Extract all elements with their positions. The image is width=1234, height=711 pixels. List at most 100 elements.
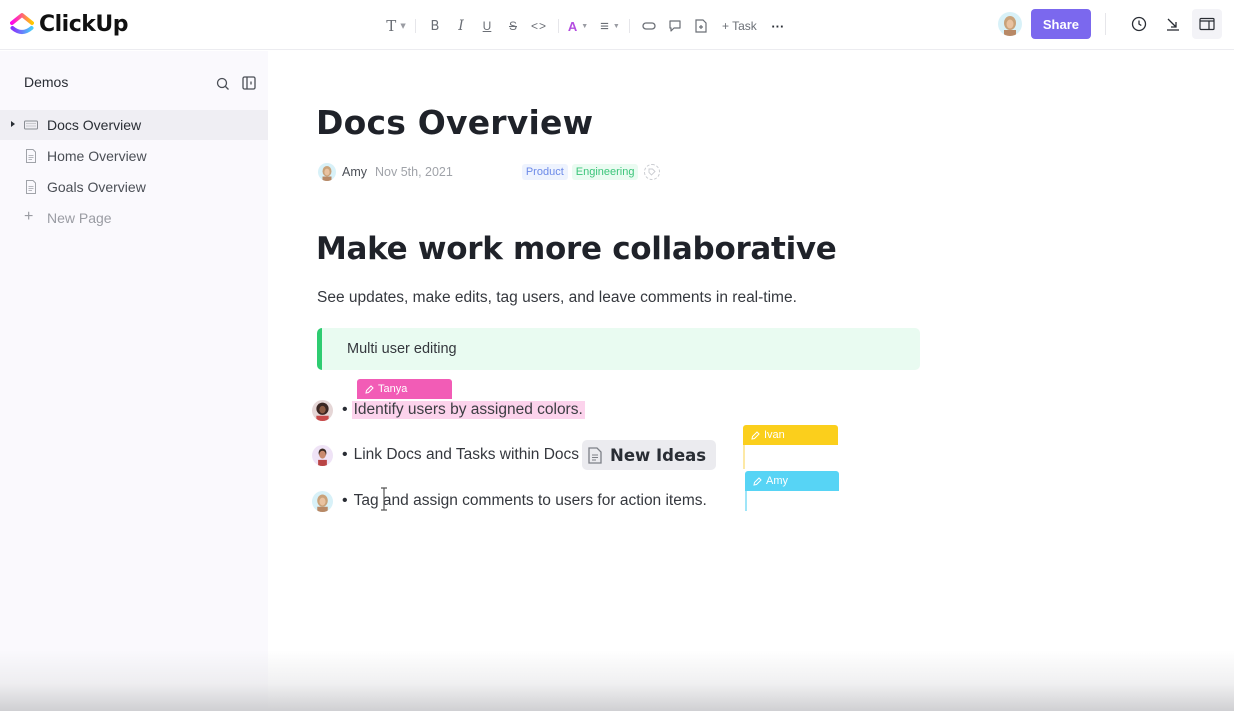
- pencil-icon: [751, 430, 760, 440]
- new-page-button[interactable]: + New Page: [0, 203, 268, 233]
- text-color-icon: A: [567, 18, 578, 34]
- underline-button[interactable]: U: [474, 13, 500, 39]
- plus-icon: +: [24, 208, 34, 225]
- bullet-icon: •: [342, 401, 348, 418]
- document-icon: [588, 446, 602, 464]
- clock-icon: [1131, 16, 1147, 32]
- header-actions: Share: [997, 9, 1222, 39]
- sidebar: Demos Docs Overview Home Overview Goals …: [0, 51, 268, 711]
- comment-icon: [669, 20, 681, 32]
- page-icon: [26, 149, 36, 163]
- collapse-button[interactable]: [1158, 9, 1188, 39]
- sidebar-item-label: Docs Overview: [47, 117, 142, 133]
- author-avatar[interactable]: [318, 163, 336, 181]
- text-style-button[interactable]: T ▼: [383, 13, 409, 39]
- sidebar-item-goals-overview[interactable]: Goals Overview: [0, 172, 268, 202]
- avatar-portrait-icon: [318, 448, 327, 466]
- align-left-icon: ≡: [600, 17, 609, 35]
- divider: [415, 19, 416, 33]
- sidebar-search-button[interactable]: [216, 77, 230, 96]
- clickup-app: ClickUp T ▼ B I U S <> A ▼ ≡ ▼ + Task ··…: [0, 0, 1234, 711]
- chevron-down-icon: ▼: [400, 22, 406, 30]
- chevron-down-icon: ▼: [612, 22, 620, 30]
- avatar-portrait-icon: [317, 494, 328, 512]
- avatar-portrait-icon: [322, 166, 332, 181]
- pencil-icon: [753, 476, 762, 486]
- layout-panel-button[interactable]: [1192, 9, 1222, 39]
- clickup-logo[interactable]: ClickUp: [10, 11, 129, 37]
- divider: [1105, 13, 1106, 35]
- app-name: ClickUp: [39, 11, 129, 37]
- list-item[interactable]: • Tag and assign comments to users for a…: [312, 486, 707, 516]
- sidebar-item-label: Goals Overview: [47, 179, 146, 195]
- avatar-ivan: [312, 444, 333, 466]
- sidebar-item-home-overview[interactable]: Home Overview: [0, 141, 268, 171]
- avatar-amy: [312, 490, 333, 512]
- bullet-icon: •: [342, 446, 348, 463]
- sidebar-title: Demos: [24, 74, 69, 90]
- clickup-logo-icon: [10, 13, 34, 34]
- link-button[interactable]: [636, 13, 662, 39]
- doc-meta: Amy Nov 5th, 2021 Product Engineering: [318, 162, 661, 182]
- text-style-icon: T: [386, 17, 397, 35]
- user-avatar-amy[interactable]: [997, 12, 1022, 36]
- cursor-user-name: Ivan: [764, 429, 785, 441]
- sidebar-page-list: Docs Overview Home Overview Goals Overvi…: [0, 110, 268, 234]
- text-cursor-icon: [381, 487, 387, 511]
- cursor-user-name: Tanya: [378, 383, 408, 395]
- sidebar-collapse-button[interactable]: [242, 76, 256, 95]
- chevron-down-icon: ▼: [581, 22, 589, 30]
- tag-engineering[interactable]: Engineering: [571, 164, 639, 180]
- sidebar-item-label: Home Overview: [47, 148, 147, 164]
- history-button[interactable]: [1124, 9, 1154, 39]
- share-button[interactable]: Share: [1030, 9, 1091, 39]
- more-icon: ···: [771, 18, 785, 34]
- embed-page-button[interactable]: [688, 13, 714, 39]
- panel-layout-icon: [1199, 17, 1215, 31]
- more-options-button[interactable]: ···: [765, 13, 791, 39]
- cursor-caret-ivan: [743, 445, 745, 469]
- page-add-icon: [695, 19, 707, 33]
- underline-icon: U: [482, 19, 492, 33]
- author-name[interactable]: Amy: [342, 165, 367, 179]
- avatar-tanya: [312, 399, 333, 421]
- lead-paragraph[interactable]: See updates, make edits, tag users, and …: [317, 289, 797, 307]
- new-page-label: New Page: [47, 210, 112, 226]
- strikethrough-button[interactable]: S: [500, 13, 526, 39]
- callout-text: Multi user editing: [347, 341, 457, 357]
- bold-button[interactable]: B: [422, 13, 448, 39]
- tag-icon: [649, 168, 657, 176]
- align-button[interactable]: ≡ ▼: [597, 13, 623, 39]
- section-heading[interactable]: Make work more collaborative: [316, 231, 837, 267]
- formatting-toolbar: T ▼ B I U S <> A ▼ ≡ ▼ + Task ···: [383, 13, 791, 39]
- comment-button[interactable]: [662, 13, 688, 39]
- expand-arrow-icon[interactable]: [11, 121, 15, 127]
- italic-icon: I: [458, 18, 464, 34]
- callout-block[interactable]: Multi user editing: [317, 328, 920, 370]
- bullet-icon: •: [342, 492, 348, 509]
- list-item[interactable]: • Link Docs and Tasks within Docs New Id…: [312, 440, 717, 470]
- page-title[interactable]: Docs Overview: [316, 103, 593, 142]
- linked-doc-title: New Ideas: [610, 445, 707, 465]
- code-button[interactable]: <>: [526, 13, 552, 39]
- page-icon: [26, 180, 36, 194]
- collapse-arrow-icon: [1167, 18, 1179, 31]
- cursor-flag-ivan: Ivan: [743, 425, 838, 445]
- code-icon: <>: [530, 19, 547, 33]
- tag-product[interactable]: Product: [521, 164, 568, 180]
- doc-keyboard-icon: [24, 120, 38, 130]
- add-task-button[interactable]: + Task: [718, 13, 761, 39]
- text-color-button[interactable]: A ▼: [565, 13, 591, 39]
- avatar-portrait-icon: [316, 402, 329, 421]
- bold-icon: B: [430, 18, 440, 34]
- list-item[interactable]: • Identify users by assigned colors.: [312, 395, 585, 425]
- italic-button[interactable]: I: [448, 13, 474, 39]
- doc-date: Nov 5th, 2021: [375, 165, 453, 179]
- list-item-text: Link Docs and Tasks within Docs: [353, 446, 580, 463]
- cursor-user-name: Amy: [766, 475, 788, 487]
- linked-doc-chip[interactable]: New Ideas: [582, 440, 717, 470]
- top-bar: ClickUp T ▼ B I U S <> A ▼ ≡ ▼ + Task ··…: [0, 0, 1234, 50]
- add-tag-button[interactable]: [644, 164, 661, 180]
- sidebar-item-docs-overview[interactable]: Docs Overview: [0, 110, 268, 140]
- avatar-portrait-icon: [1003, 16, 1016, 36]
